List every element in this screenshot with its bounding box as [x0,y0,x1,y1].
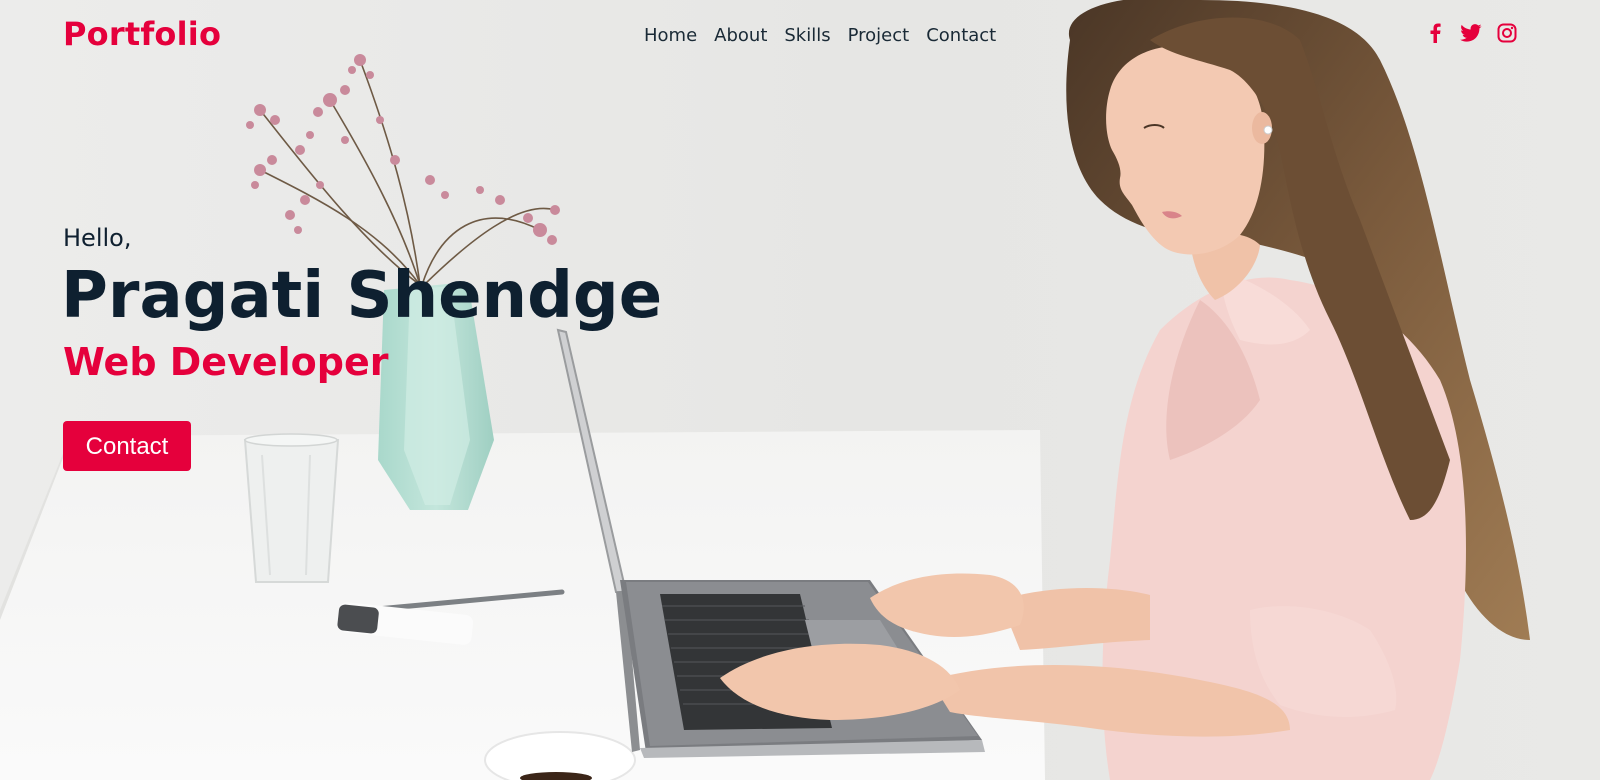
logo[interactable]: Portfolio [63,14,221,54]
hero-intro: Hello, Pragati Shendge Web Developer [61,222,763,386]
nav-about[interactable]: About [714,24,767,48]
twitter-icon[interactable] [1460,22,1482,44]
nav-project[interactable]: Project [848,24,910,48]
hero-background-image [0,0,1600,780]
social-links [1424,22,1518,44]
facebook-icon[interactable] [1424,22,1446,44]
nav-home[interactable]: Home [644,24,697,48]
coffee-cup [484,731,636,780]
nav-contact[interactable]: Contact [926,24,996,48]
hero-section: Portfolio Home About Skills Project Cont… [0,0,1600,780]
contact-button[interactable]: Contact [63,421,191,471]
site-header: Portfolio Home About Skills Project Cont… [0,0,1600,72]
greeting-text: Hello, [63,224,132,252]
hero-name: Pragati Shendge [61,259,663,333]
nav-skills[interactable]: Skills [784,24,830,48]
instagram-icon[interactable] [1496,22,1518,44]
main-nav: Home About Skills Project Contact [644,24,996,48]
hero-role: Web Developer [63,340,389,384]
glass [243,433,340,583]
